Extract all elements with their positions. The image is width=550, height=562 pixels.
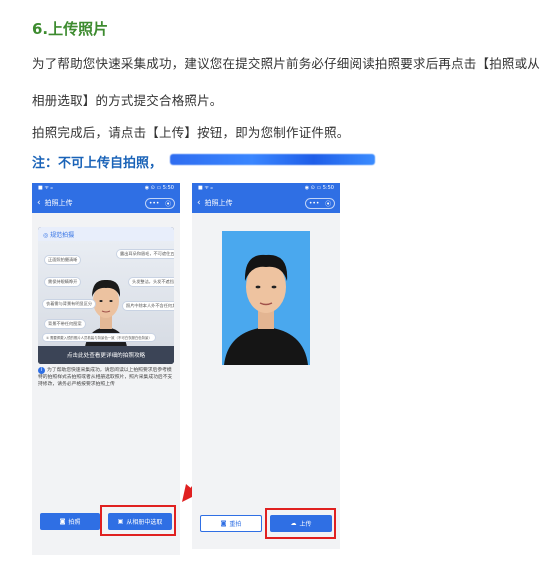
- phone-screenshot-upload: ■ ᯤ ᵢₗₗ ◉ ⊙ ▭ 5:50 ‹ 拍照上传 ••• ⦿ ◙ 重拍 ☁ 上…: [192, 183, 340, 549]
- take-photo-label: 拍照: [68, 519, 81, 526]
- mini-program-capsule[interactable]: ••• ⦿: [145, 197, 175, 209]
- status-left: ■ ᯤ ᵢₗₗ: [198, 185, 214, 191]
- phone-screenshot-guide: ■ ᯤ ᵢₗₗ ◉ ⊙ ▭ 5:50 ‹ 拍照上传 ••• ⦿ ◎ 规范拍摄 正…: [32, 183, 180, 555]
- guide-tip: 衣着需与背景有明显区分: [42, 299, 97, 309]
- portrait-illustration: [224, 254, 308, 365]
- section-heading: 6.上传照片: [32, 20, 109, 38]
- paragraph-3: 拍照完成后，请点击【上传】按钮，即为您制作证件照。: [32, 125, 350, 140]
- more-icon[interactable]: •••: [149, 200, 160, 207]
- guide-tip: 背景不带任何图案: [44, 319, 86, 329]
- nav-title: 拍照上传: [204, 199, 233, 207]
- info-icon: i: [38, 367, 45, 374]
- instruction-text: i 为了帮助您快速采集成功，请您阅读以上拍照要求后参考模特的拍照样式去拍照或者从相…: [38, 367, 174, 388]
- retake-button[interactable]: ◙ 重拍: [200, 515, 262, 532]
- guide-tip: 照片中除本人外不含任何其他人物: [122, 301, 174, 311]
- take-photo-button[interactable]: ◙ 拍照: [40, 513, 100, 530]
- close-target-icon[interactable]: ⦿: [165, 199, 171, 208]
- captured-photo: [222, 231, 310, 365]
- redaction-mark: [170, 154, 375, 165]
- status-bar: ■ ᯤ ᵢₗₗ ◉ ⊙ ▭ 5:50: [32, 183, 180, 193]
- camera-icon: ◙: [59, 518, 66, 525]
- retake-label: 重拍: [229, 521, 242, 528]
- close-target-icon[interactable]: ⦿: [325, 199, 331, 208]
- paragraph-1: 为了帮助您快速采集成功，建议您在提交照片前务必仔细阅读拍照要求后再点击【拍照或从: [32, 56, 541, 71]
- highlight-box-upload: [265, 508, 336, 539]
- status-right: ◉ ⊙ ▭ 5:50: [144, 185, 174, 191]
- guide-footer-link[interactable]: 点击此处查看更详细的拍照攻略: [38, 346, 174, 364]
- guide-tip: 头发整洁，头发不遮挡: [128, 277, 174, 287]
- mini-program-capsule[interactable]: ••• ⦿: [305, 197, 335, 209]
- camera-icon: ◙: [220, 520, 227, 527]
- guide-illustration: 正面照拍摄清晰 露出耳朵和眉毛，不可遮住五官 需保持眼睛睁开 头发整洁，头发不遮…: [38, 241, 174, 353]
- guide-tip: 正面照拍摄清晰: [44, 255, 82, 265]
- more-icon[interactable]: •••: [309, 200, 320, 207]
- guide-tip: ① 需要佩戴入镜的照片人员着装与背景色一致（不可白衣服白色背景）: [42, 333, 156, 342]
- status-left: ■ ᯤ ᵢₗₗ: [38, 185, 54, 191]
- instruction-body: 为了帮助您快速采集成功，请您阅读以上拍照要求后参考模特的拍照样式去拍照或者从相册…: [38, 368, 173, 387]
- paragraph-2: 相册选取】的方式提交合格照片。: [32, 93, 223, 108]
- warning-note: 注：不可上传自拍照，: [32, 156, 163, 171]
- nav-bar: ‹ 拍照上传 ••• ⦿: [32, 193, 180, 213]
- nav-title: 拍照上传: [44, 199, 73, 207]
- status-bar: ■ ᯤ ᵢₗₗ ◉ ⊙ ▭ 5:50: [192, 183, 340, 193]
- guide-tip: 需保持眼睛睁开: [44, 277, 82, 287]
- photo-guide-card[interactable]: ◎ 规范拍摄 正面照拍摄清晰 露出耳朵和眉毛，不可遮住五官 需保持眼睛睁开 头发…: [38, 227, 174, 364]
- status-right: ◉ ⊙ ▭ 5:50: [304, 185, 334, 191]
- nav-bar: ‹ 拍照上传 ••• ⦿: [192, 193, 340, 213]
- back-icon[interactable]: ‹: [37, 198, 41, 208]
- highlight-box-album: [100, 505, 176, 536]
- back-icon[interactable]: ‹: [197, 198, 201, 208]
- guide-title: ◎ 规范拍摄: [38, 227, 174, 241]
- guide-tip: 露出耳朵和眉毛，不可遮住五官: [116, 249, 174, 259]
